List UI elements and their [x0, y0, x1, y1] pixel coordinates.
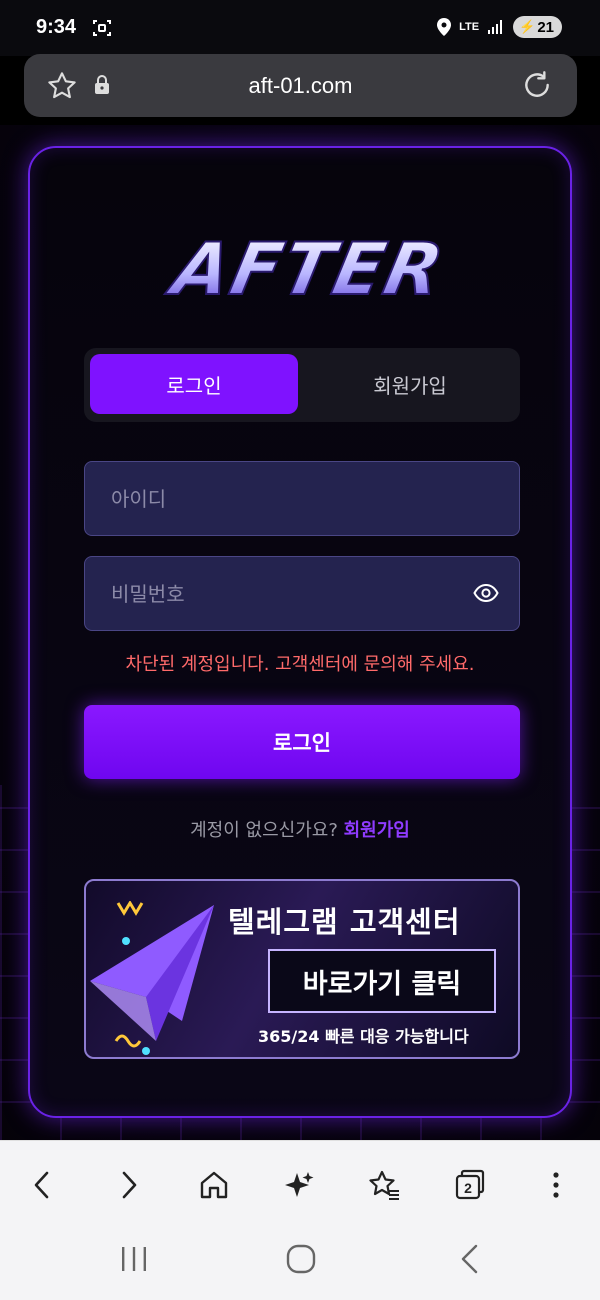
system-back-icon[interactable] — [458, 1244, 480, 1274]
username-input[interactable] — [111, 462, 451, 535]
back-icon[interactable] — [20, 1163, 64, 1207]
sparkle-icon[interactable] — [277, 1163, 321, 1207]
banner-title: 텔레그램 고객센터 — [228, 905, 461, 939]
home-icon[interactable] — [192, 1163, 236, 1207]
svg-text:AFTER: AFTER — [161, 228, 452, 312]
home-circle-icon[interactable] — [286, 1244, 316, 1274]
username-field[interactable] — [84, 461, 520, 536]
location-icon — [437, 18, 452, 36]
after-logo: AFTER — [160, 227, 453, 313]
url-text[interactable]: aft-01.com — [24, 73, 577, 99]
password-input[interactable] — [111, 557, 451, 630]
status-bar: 9:34 LTE ⚡ 21 — [0, 0, 600, 56]
signal-icon — [488, 20, 503, 34]
eye-icon[interactable] — [473, 582, 499, 604]
screenshot-icon — [93, 20, 111, 36]
login-card: AFTER 로그인 회원가입 차단된 계정입니다. 고객센터에 문의해 주세요.… — [28, 146, 572, 1118]
error-message: 차단된 계정입니다. 고객센터에 문의해 주세요. — [125, 654, 475, 675]
battery-icon: ⚡ 21 — [513, 16, 562, 38]
signup-link[interactable]: 회원가입 — [344, 820, 410, 841]
system-navigation-bar — [0, 1226, 600, 1300]
tab-login[interactable]: 로그인 — [90, 354, 298, 414]
recent-apps-icon[interactable] — [120, 1246, 148, 1272]
more-icon[interactable] — [534, 1163, 578, 1207]
signup-prompt-text: 계정이 없으신가요? — [190, 820, 338, 841]
tab-signup[interactable]: 회원가입 — [306, 354, 514, 414]
forward-icon[interactable] — [107, 1163, 151, 1207]
paper-plane-icon — [90, 901, 214, 1055]
banner-subtitle: 365/24 빠른 대응 가능합니다 — [258, 1027, 469, 1046]
password-field[interactable] — [84, 556, 520, 631]
tabs-icon[interactable]: 2 — [448, 1163, 492, 1207]
network-label: LTE — [459, 21, 480, 33]
reload-icon[interactable] — [521, 69, 553, 101]
banner-cta-button[interactable]: 바로가기 클릭 — [268, 949, 496, 1013]
login-button[interactable]: 로그인 — [84, 705, 520, 779]
web-page: AFTER 로그인 회원가입 차단된 계정입니다. 고객센터에 문의해 주세요.… — [0, 125, 600, 1140]
browser-toolbar: 2 — [0, 1140, 600, 1226]
signup-prompt: 계정이 없으신가요? 회원가입 — [30, 816, 570, 842]
battery-level: 21 — [537, 18, 554, 36]
tab-count: 2 — [464, 1180, 472, 1196]
status-time: 9:34 — [36, 16, 77, 38]
favorites-icon[interactable] — [362, 1163, 406, 1207]
auth-tabs: 로그인 회원가입 — [84, 348, 520, 422]
address-bar[interactable]: aft-01.com — [24, 54, 577, 117]
telegram-banner[interactable]: 텔레그램 고객센터 바로가기 클릭 365/24 빠른 대응 가능합니다 — [84, 879, 520, 1059]
